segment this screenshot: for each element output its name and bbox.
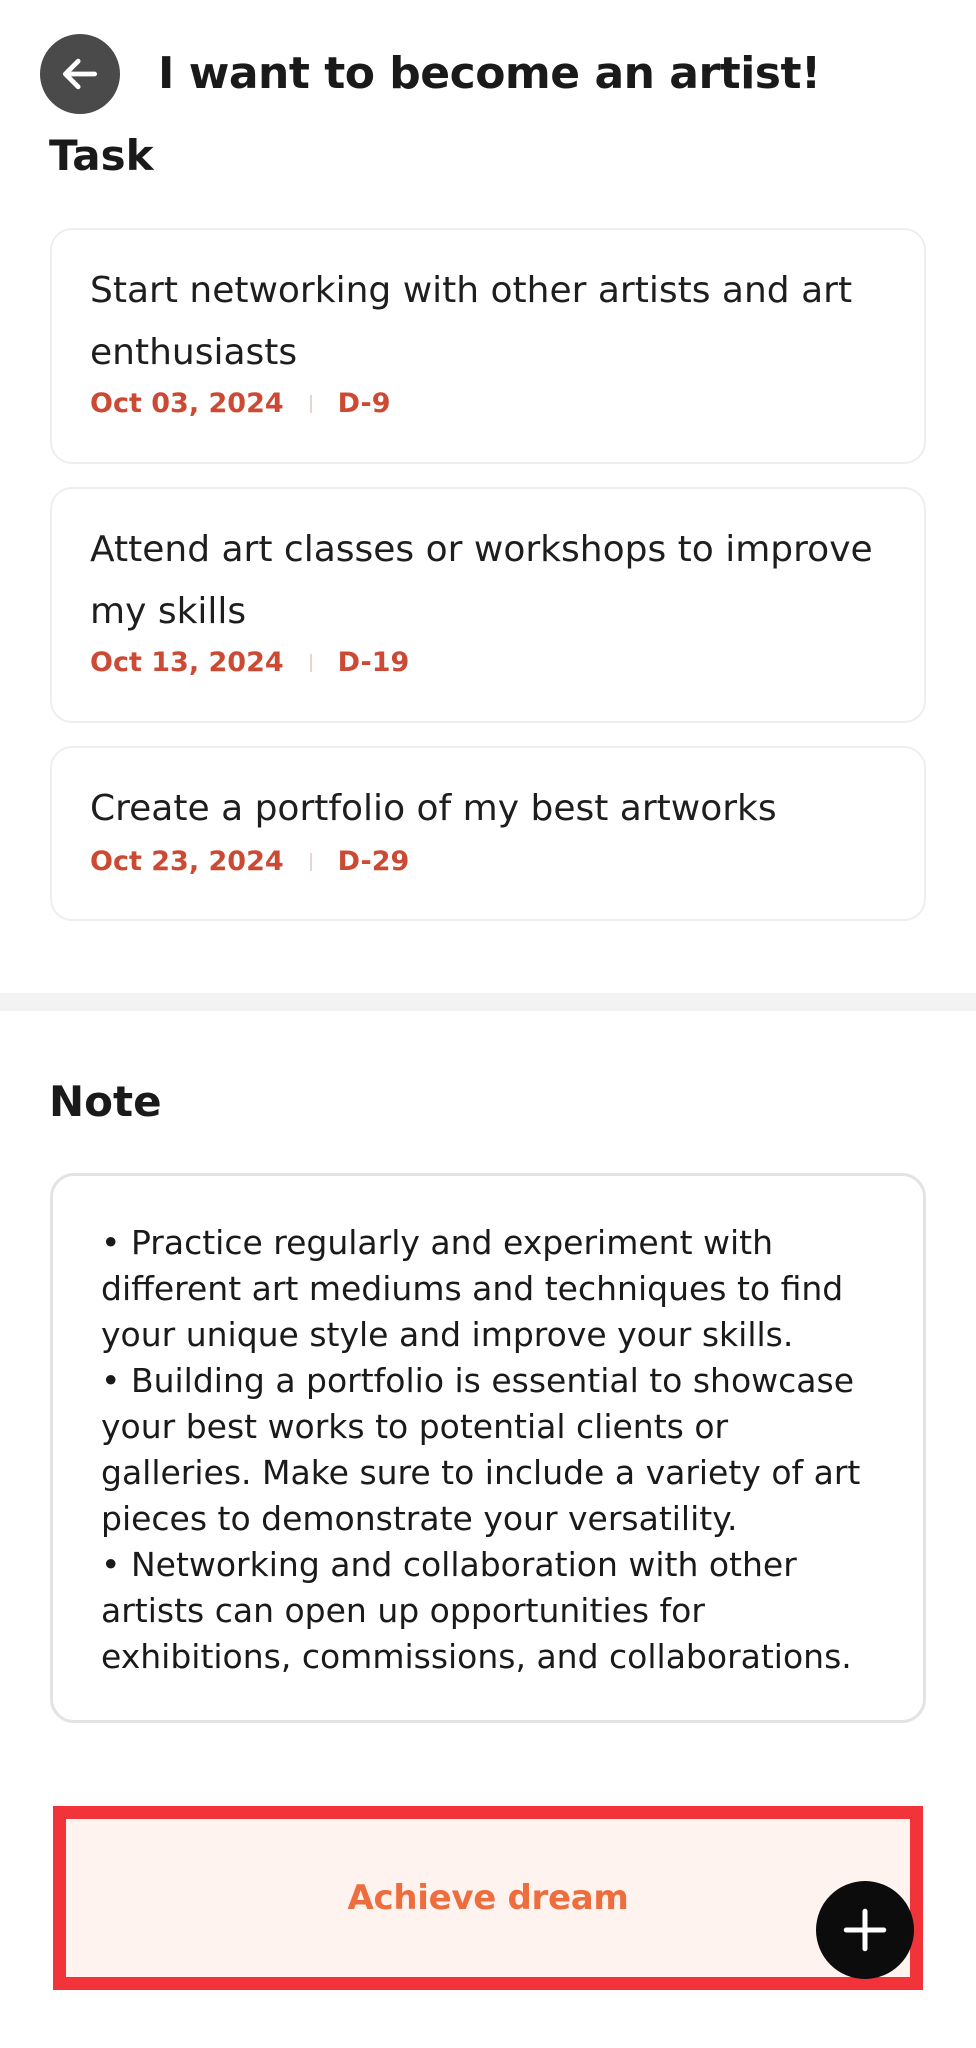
task-dday: D-19 [337, 647, 410, 678]
plus-icon [843, 1908, 887, 1952]
add-button[interactable] [816, 1881, 914, 1979]
task-date: Oct 13, 2024 [90, 647, 284, 678]
back-button[interactable] [40, 34, 120, 114]
task-date: Oct 03, 2024 [90, 388, 284, 419]
section-separator [0, 993, 976, 1011]
task-dday: D-9 [337, 388, 391, 419]
task-meta: Oct 03, 2024 D-9 [90, 388, 391, 419]
task-card[interactable]: Attend art classes or workshops to impro… [50, 487, 926, 723]
note-content: • Practice regularly and experiment with… [101, 1223, 861, 1676]
page-title: I want to become an artist! [158, 48, 821, 99]
meta-divider [309, 653, 312, 672]
note-section-title: Note [49, 1077, 162, 1126]
achieve-dream-label: Achieve dream [347, 1878, 629, 1918]
task-meta: Oct 23, 2024 D-29 [90, 846, 409, 877]
task-section-title: Task [49, 131, 154, 180]
task-text: Start networking with other artists and … [90, 270, 853, 373]
task-card[interactable]: Create a portfolio of my best artworks O… [50, 746, 926, 921]
task-text: Attend art classes or workshops to impro… [90, 529, 873, 632]
note-box[interactable]: • Practice regularly and experiment with… [50, 1173, 926, 1723]
achieve-dream-button[interactable]: Achieve dream [53, 1806, 923, 1990]
meta-divider [309, 852, 312, 871]
task-text: Create a portfolio of my best artworks [90, 788, 777, 829]
task-date: Oct 23, 2024 [90, 846, 284, 877]
meta-divider [309, 394, 312, 413]
task-card[interactable]: Start networking with other artists and … [50, 228, 926, 464]
arrow-left-icon [62, 58, 98, 90]
task-meta: Oct 13, 2024 D-19 [90, 647, 409, 678]
task-dday: D-29 [337, 846, 410, 877]
